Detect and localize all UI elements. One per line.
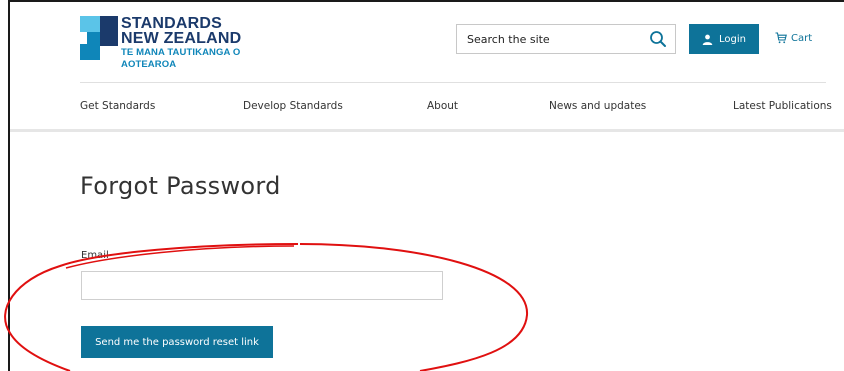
cart-label: Cart: [791, 32, 813, 44]
nav-news-and-updates[interactable]: News and updates: [549, 100, 646, 112]
screenshot-border-left: [8, 0, 10, 371]
nav-develop-standards[interactable]: Develop Standards: [243, 100, 343, 112]
cart-icon: [775, 32, 787, 44]
screenshot-border-top: [8, 0, 844, 2]
site-search: [456, 24, 676, 54]
logo-line-standards: STANDARDS: [121, 15, 223, 32]
email-field[interactable]: [81, 271, 443, 300]
logo-line-new-zealand: NEW ZEALAND: [121, 30, 242, 47]
site-logo[interactable]: STANDARDS NEW ZEALAND TE MANA TAUTIKANGA…: [80, 16, 270, 70]
login-button[interactable]: Login: [689, 24, 759, 54]
user-icon: [702, 34, 713, 45]
logo-text: STANDARDS NEW ZEALAND TE MANA TAUTIKANGA…: [121, 16, 270, 71]
page-title: Forgot Password: [80, 172, 281, 200]
logo-mark-icon: [80, 16, 118, 60]
cart-link[interactable]: Cart: [775, 32, 812, 44]
nav-about[interactable]: About: [427, 100, 458, 112]
login-label: Login: [719, 33, 746, 45]
nav-bottom-border: [10, 129, 844, 132]
header-divider: [80, 82, 826, 83]
send-reset-link-button[interactable]: Send me the password reset link: [81, 326, 273, 358]
email-label: Email: [81, 250, 109, 261]
search-icon[interactable]: [649, 30, 667, 48]
search-input[interactable]: [457, 25, 637, 53]
nav-latest-publications[interactable]: Latest Publications: [733, 100, 832, 112]
logo-line-maori: TE MANA TAUTIKANGA O AOTEAROA: [121, 47, 241, 70]
nav-get-standards[interactable]: Get Standards: [80, 100, 155, 112]
